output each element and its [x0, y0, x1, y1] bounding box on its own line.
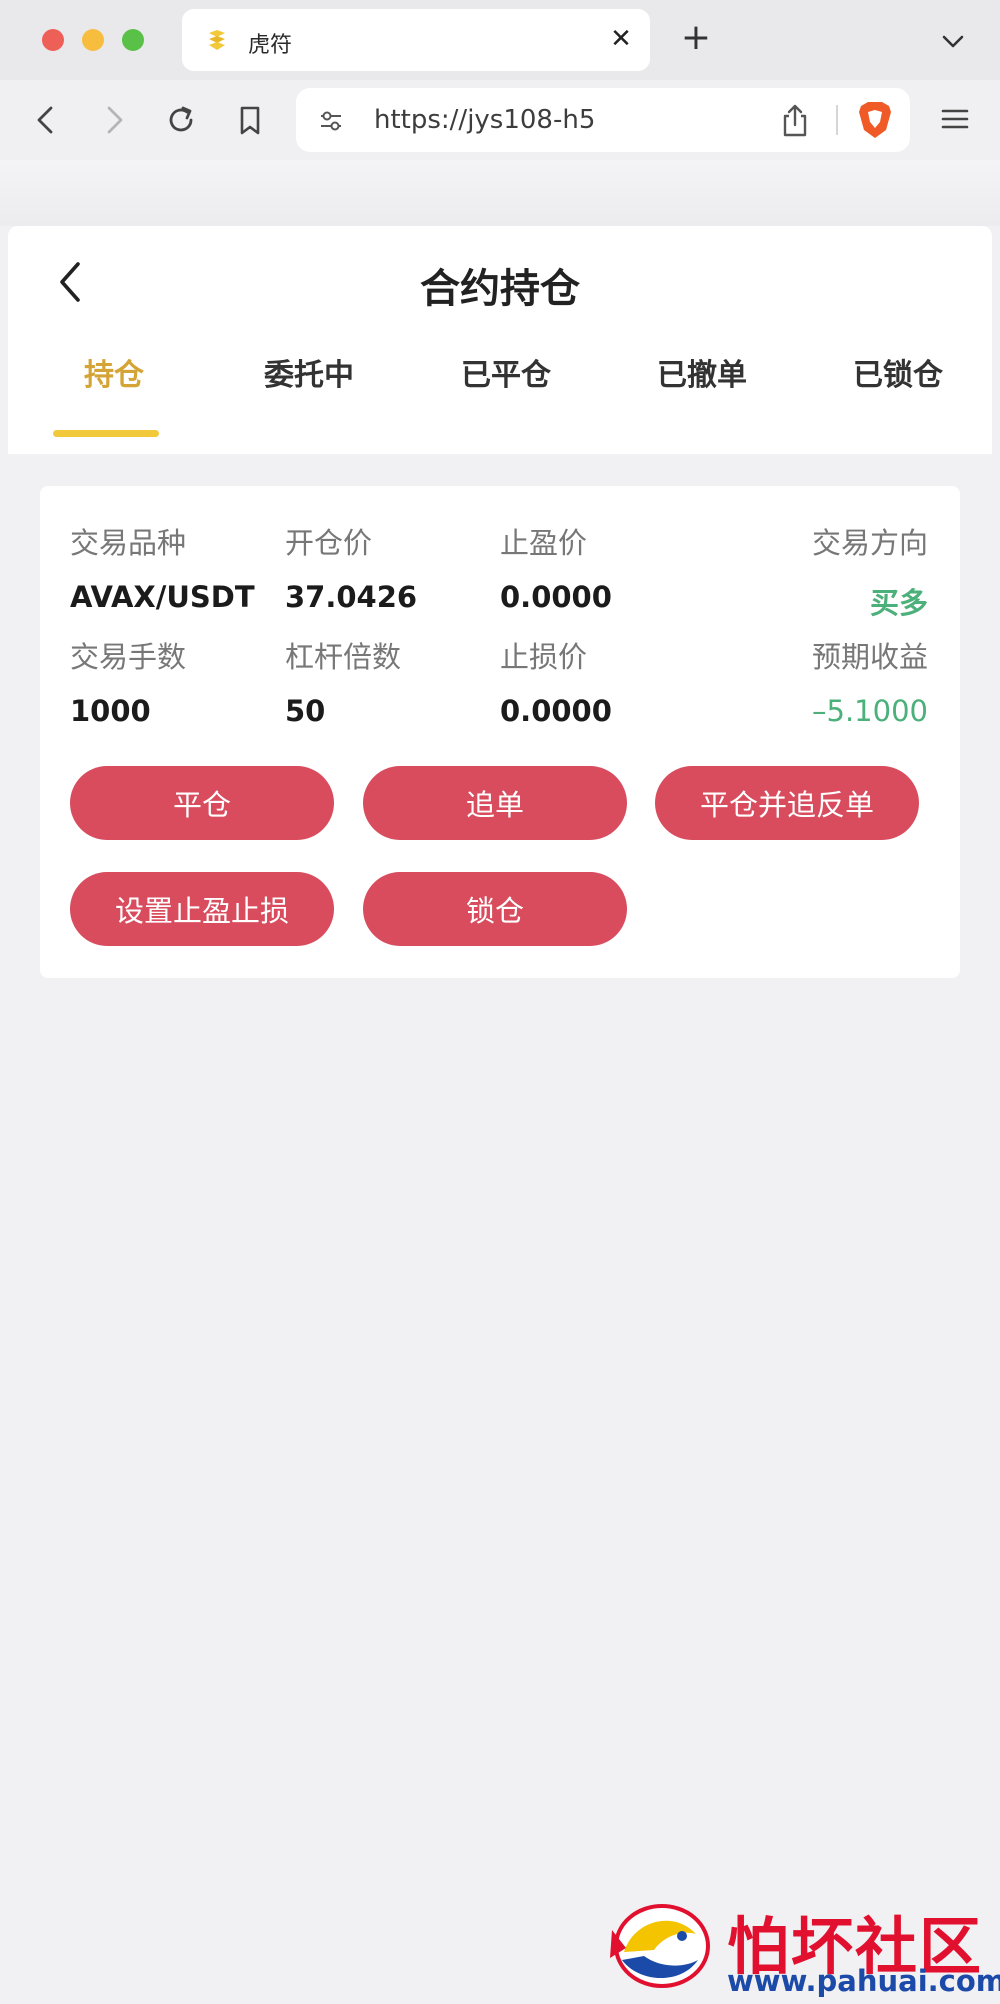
active-tab-indicator — [53, 430, 159, 437]
page-title: 合约持仓 — [420, 266, 580, 312]
back-arrow-icon[interactable] — [26, 100, 66, 140]
brave-shield-icon[interactable] — [856, 100, 894, 140]
stop-loss-cell: 止损价 0.0000 — [500, 634, 612, 728]
chase-order-button[interactable]: 追单 — [363, 766, 627, 840]
tab-positions[interactable]: 持仓 — [44, 350, 184, 394]
close-position-button[interactable]: 平仓 — [70, 766, 334, 840]
open-price-value: 37.0426 — [285, 580, 418, 614]
site-settings-icon[interactable] — [316, 106, 346, 136]
tab-title: 虎符 — [248, 33, 293, 58]
chevron-down-icon[interactable] — [938, 26, 968, 56]
tiger-favicon-icon — [209, 30, 225, 50]
direction-label: 交易方向 — [811, 526, 928, 560]
url-divider — [836, 105, 838, 135]
direction-cell: 交易方向 买多 — [812, 520, 928, 622]
browser-tab-active[interactable]: 虎符 ✕ — [182, 9, 650, 71]
expected-pnl-cell: 预期收益 –5.1000 — [812, 634, 928, 728]
tab-locked[interactable]: 已锁仓 — [828, 350, 968, 394]
bookmark-icon[interactable] — [230, 100, 270, 140]
lock-position-button[interactable]: 锁仓 — [363, 872, 627, 946]
watermark-url: www.pahuai.com — [727, 1964, 1000, 1998]
open-price-label: 开仓价 — [285, 526, 373, 560]
leverage-value: 50 — [285, 694, 326, 728]
url-text[interactable]: https://jys108-h5 — [374, 105, 595, 135]
expected-pnl-value: –5.1000 — [812, 694, 928, 728]
browser-tab-bar: 虎符 ✕ + — [0, 0, 1000, 80]
direction-value: 买多 — [869, 586, 928, 620]
take-profit-label: 止盈价 — [500, 526, 588, 560]
status-strip — [0, 160, 1000, 226]
expected-pnl-label: 预期收益 — [811, 640, 928, 674]
tab-closed[interactable]: 已平仓 — [436, 350, 576, 394]
page-header: 合约持仓 持仓 委托中 已平仓 已撤单 已锁仓 — [8, 226, 992, 454]
symbol-label: 交易品种 — [70, 526, 187, 560]
minimize-window-button[interactable] — [82, 29, 104, 51]
tab-pending-orders[interactable]: 委托中 — [239, 350, 379, 394]
open-price-cell: 开仓价 37.0426 — [285, 520, 417, 614]
stop-loss-value: 0.0000 — [500, 694, 612, 728]
forward-arrow-icon[interactable] — [94, 100, 134, 140]
share-icon[interactable] — [778, 102, 812, 138]
set-tp-sl-button[interactable]: 设置止盈止损 — [70, 872, 334, 946]
close-tab-icon[interactable]: ✕ — [608, 26, 634, 52]
symbol-cell: 交易品种 AVAX/USDT — [70, 520, 255, 614]
watermark-fish-logo — [610, 1904, 710, 1988]
symbol-value: AVAX/USDT — [70, 580, 255, 614]
close-and-reverse-button[interactable]: 平仓并追反单 — [655, 766, 919, 840]
leverage-label: 杠杆倍数 — [285, 640, 402, 674]
close-window-button[interactable] — [42, 29, 64, 51]
leverage-cell: 杠杆倍数 50 — [285, 634, 401, 728]
tab-cancelled[interactable]: 已撤单 — [632, 350, 772, 394]
lots-label: 交易手数 — [70, 640, 187, 674]
take-profit-value: 0.0000 — [500, 580, 612, 614]
new-tab-button[interactable]: + — [679, 20, 713, 56]
position-card: 交易品种 AVAX/USDT 开仓价 37.0426 止盈价 0.0000 交易… — [40, 486, 960, 978]
take-profit-cell: 止盈价 0.0000 — [500, 520, 612, 614]
reload-icon[interactable] — [161, 100, 201, 140]
maximize-window-button[interactable] — [122, 29, 144, 51]
stop-loss-label: 止损价 — [500, 640, 588, 674]
browser-toolbar: https://jys108-h5 — [0, 80, 1000, 160]
address-bar[interactable]: https://jys108-h5 — [296, 88, 910, 152]
lots-cell: 交易手数 1000 — [70, 634, 186, 728]
hamburger-menu-icon[interactable] — [938, 102, 972, 136]
position-tabs: 持仓 委托中 已平仓 已撤单 已锁仓 — [8, 344, 992, 454]
lots-value: 1000 — [70, 694, 151, 728]
